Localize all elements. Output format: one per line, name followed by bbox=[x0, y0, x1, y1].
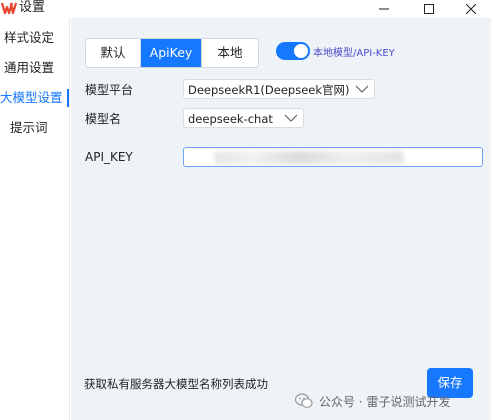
tab-default[interactable]: 默认 bbox=[86, 39, 141, 67]
app-logo-icon bbox=[1, 2, 17, 15]
sidebar-item-prompts[interactable]: 提示词 bbox=[10, 116, 48, 140]
local-api-toggle[interactable] bbox=[276, 42, 310, 60]
tab-apikey[interactable]: ApiKey bbox=[141, 39, 202, 67]
maximize-icon bbox=[424, 4, 434, 14]
redaction-blur bbox=[214, 151, 404, 164]
minimize-icon bbox=[379, 8, 389, 10]
settings-sidebar: 样式设定 通用设置 大模型设置 提示词 bbox=[0, 18, 70, 420]
watermark-text: 公众号 · 雷子说测试开发 bbox=[319, 394, 451, 409]
model-select[interactable]: deepseek-chat bbox=[183, 108, 304, 128]
tab-local[interactable]: 本地 bbox=[202, 39, 258, 67]
model-label: 模型名 bbox=[85, 112, 122, 126]
platform-value: DeepseekR1(Deepseek官网) bbox=[188, 83, 350, 97]
llm-settings-panel: 默认 ApiKey 本地 本地模型/API-KEY 模型平台 DeepseekR… bbox=[71, 18, 491, 420]
sidebar-item-label: 大模型设置 bbox=[0, 90, 63, 105]
api-key-input[interactable] bbox=[183, 147, 483, 167]
api-key-label: API_KEY bbox=[85, 150, 133, 164]
toggle-label: 本地模型/API-KEY bbox=[313, 48, 395, 59]
platform-label: 模型平台 bbox=[85, 83, 134, 97]
chevron-down-icon bbox=[355, 85, 369, 93]
chevron-down-icon bbox=[284, 114, 298, 122]
model-value: deepseek-chat bbox=[188, 112, 273, 126]
sidebar-item-llm[interactable]: 大模型设置 bbox=[0, 86, 70, 110]
platform-select[interactable]: DeepseekR1(Deepseek官网) bbox=[183, 79, 375, 99]
maximize-button[interactable] bbox=[409, 0, 449, 18]
mode-tabs: 默认 ApiKey 本地 bbox=[85, 38, 259, 68]
close-icon bbox=[466, 4, 476, 14]
watermark: 公众号 · 雷子说测试开发 bbox=[295, 390, 450, 412]
sidebar-item-general[interactable]: 通用设置 bbox=[4, 56, 54, 80]
sidebar-item-style[interactable]: 样式设定 bbox=[4, 26, 54, 50]
title-bar: 设置 bbox=[0, 0, 491, 18]
close-button[interactable] bbox=[451, 0, 491, 18]
minimize-button[interactable] bbox=[364, 0, 404, 18]
sidebar-divider bbox=[69, 18, 70, 420]
wechat-icon bbox=[295, 393, 313, 408]
status-message: 获取私有服务器大模型名称列表成功 bbox=[84, 377, 268, 391]
toggle-knob bbox=[294, 44, 308, 58]
window-title: 设置 bbox=[19, 0, 46, 15]
